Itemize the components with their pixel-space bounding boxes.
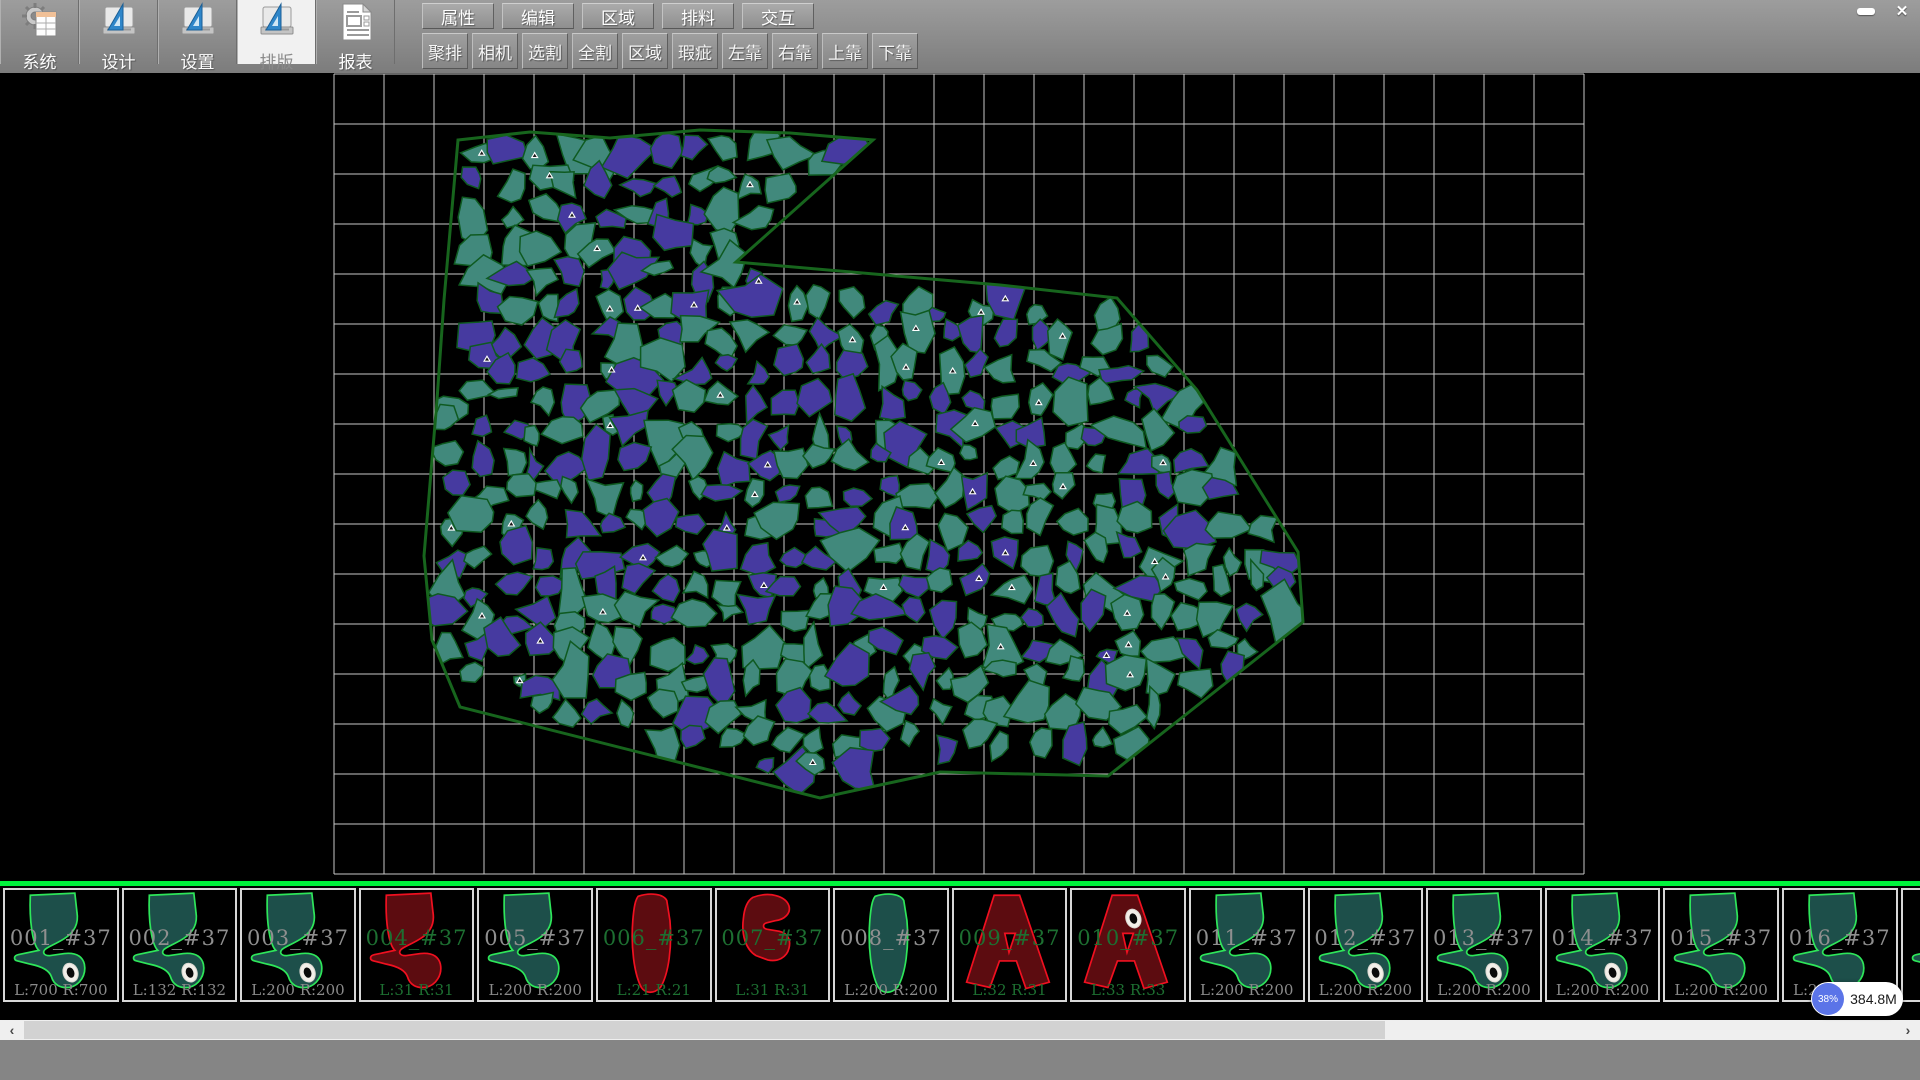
part-shape xyxy=(718,891,826,997)
main-tab-3[interactable]: 设置 xyxy=(158,0,237,64)
tool-button-5[interactable]: 区域 xyxy=(622,33,668,69)
part-shape xyxy=(1192,891,1300,997)
design-ruler-icon xyxy=(98,2,140,47)
tool-button-10[interactable]: 下靠 xyxy=(872,33,918,69)
minimize-button[interactable] xyxy=(1850,1,1882,21)
part-shape xyxy=(243,891,351,997)
main-tab-1[interactable]: 系统 xyxy=(0,0,79,64)
part-thumbnail-3[interactable]: 003_#37L:200 R:200 xyxy=(240,888,356,1002)
part-thumbnail-11[interactable]: 011_#37L:200 R:200 xyxy=(1189,888,1305,1002)
tool-button-bar: 聚排相机选割全割区域瑕疵左靠右靠上靠下靠 xyxy=(422,33,918,69)
settings-ruler-icon xyxy=(177,2,219,47)
main-tab-label: 排版 xyxy=(260,48,294,73)
part-thumbnail-5[interactable]: 005_#37L:200 R:200 xyxy=(477,888,593,1002)
status-bar xyxy=(0,1040,1920,1080)
memory-percent-circle: 38% xyxy=(1812,983,1844,1015)
main-tab-2[interactable]: 设计 xyxy=(79,0,158,64)
menu-tab-5[interactable]: 交互 xyxy=(742,3,814,29)
parts-thumbnail-strip: 001_#37L:700 R:700002_#37L:132 R:132003_… xyxy=(0,886,1920,1020)
toolbar: 系统设计设置排版报表 属性编辑区域排料交互 聚排相机选割全割区域瑕疵左靠右靠上靠… xyxy=(0,0,1920,73)
part-shape xyxy=(1429,891,1537,997)
window-controls: ✕ xyxy=(1850,1,1918,21)
part-shape xyxy=(480,891,588,997)
part-thumbnail-8[interactable]: 008_#37L:200 R:200 xyxy=(833,888,949,1002)
part-shape xyxy=(125,891,233,997)
part-shape xyxy=(955,891,1063,997)
part-shape xyxy=(362,891,470,997)
nested-pieces xyxy=(419,124,1310,795)
menu-tab-4[interactable]: 排料 xyxy=(662,3,734,29)
report-doc-icon xyxy=(335,2,377,47)
part-thumbnail-2[interactable]: 002_#37L:132 R:132 xyxy=(122,888,238,1002)
part-thumbnail-4[interactable]: 004_#37L:31 R:31 xyxy=(359,888,475,1002)
part-thumbnail-9[interactable]: 009_#37L:32 R:31 xyxy=(952,888,1068,1002)
part-thumbnail-14[interactable]: 014_#37L:200 R:200 xyxy=(1545,888,1661,1002)
part-shape xyxy=(1666,891,1774,997)
part-shape xyxy=(1548,891,1656,997)
menu-tab-1[interactable]: 属性 xyxy=(422,3,494,29)
main-tab-5[interactable]: 报表 xyxy=(316,0,395,64)
menu-tab-2[interactable]: 编辑 xyxy=(502,3,574,29)
close-button[interactable]: ✕ xyxy=(1886,1,1918,21)
part-thumbnail-1[interactable]: 001_#37L:700 R:700 xyxy=(3,888,119,1002)
tool-button-9[interactable]: 上靠 xyxy=(822,33,868,69)
menu-tab-bar: 属性编辑区域排料交互 xyxy=(422,3,814,29)
part-shape xyxy=(1904,891,1920,997)
part-thumbnail-12[interactable]: 012_#37L:200 R:200 xyxy=(1308,888,1424,1002)
memory-badge[interactable]: 38% 384.8M xyxy=(1811,982,1903,1016)
part-shape xyxy=(599,891,707,997)
main-tab-label: 设计 xyxy=(102,48,136,73)
tool-button-3[interactable]: 选割 xyxy=(522,33,568,69)
tool-button-4[interactable]: 全割 xyxy=(572,33,618,69)
part-thumbnail-17[interactable]: L: xyxy=(1901,888,1920,1002)
nesting-canvas[interactable] xyxy=(0,73,1920,881)
part-shape xyxy=(836,891,944,997)
tool-button-7[interactable]: 左靠 xyxy=(722,33,768,69)
tool-button-6[interactable]: 瑕疵 xyxy=(672,33,718,69)
nesting-drawing xyxy=(0,73,1920,881)
part-thumbnail-6[interactable]: 006_#37L:21 R:21 xyxy=(596,888,712,1002)
menu-tab-3[interactable]: 区域 xyxy=(582,3,654,29)
scroll-right-arrow-icon[interactable]: › xyxy=(1896,1020,1920,1040)
part-shape xyxy=(1073,891,1181,997)
main-tab-4[interactable]: 排版 xyxy=(237,0,316,64)
part-shape xyxy=(1311,891,1419,997)
horizontal-scrollbar[interactable]: ‹ › xyxy=(0,1020,1920,1040)
main-tab-label: 设置 xyxy=(181,48,215,73)
scroll-left-arrow-icon[interactable]: ‹ xyxy=(0,1020,24,1040)
system-gear-icon xyxy=(19,2,61,47)
tool-button-2[interactable]: 相机 xyxy=(472,33,518,69)
tool-button-8[interactable]: 右靠 xyxy=(772,33,818,69)
main-tab-bar: 系统设计设置排版报表 xyxy=(0,0,395,64)
part-thumbnail-7[interactable]: 007_#37L:31 R:31 xyxy=(715,888,831,1002)
part-thumbnail-13[interactable]: 013_#37L:200 R:200 xyxy=(1426,888,1542,1002)
layout-ruler-icon xyxy=(256,2,298,47)
minimize-icon xyxy=(1857,8,1875,15)
scrollbar-thumb[interactable] xyxy=(24,1021,1385,1039)
tool-button-1[interactable]: 聚排 xyxy=(422,33,468,69)
main-tab-label: 系统 xyxy=(23,48,57,73)
part-shape xyxy=(6,891,114,997)
part-thumbnail-10[interactable]: 010_#37L:33 R:33 xyxy=(1070,888,1186,1002)
main-tab-label: 报表 xyxy=(339,48,373,73)
memory-usage-value: 384.8M xyxy=(1844,991,1903,1007)
part-thumbnail-15[interactable]: 015_#37L:200 R:200 xyxy=(1663,888,1779,1002)
close-icon: ✕ xyxy=(1896,2,1909,20)
